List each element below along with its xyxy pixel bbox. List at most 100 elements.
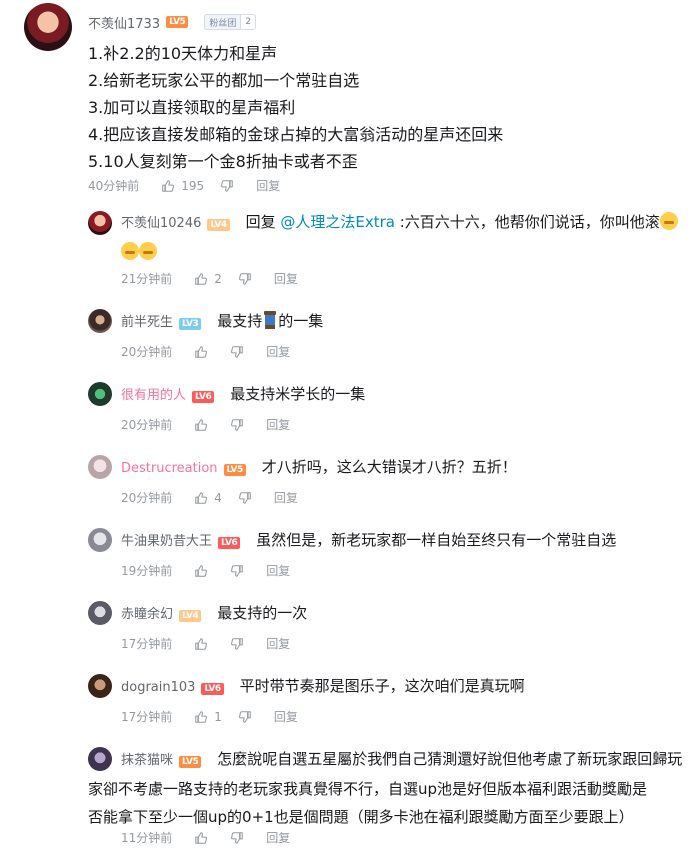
fan-badge-level: 2 — [240, 15, 256, 29]
comment-meta: 20分钟前 4 回复 — [121, 489, 298, 506]
comment-meta: 17分钟前 回复 — [121, 635, 290, 652]
reply-text: 否能拿下至少一個up的0+1也是個問題（開多卡池在福利跟獎勵方面至少要跟上） — [88, 808, 634, 826]
thumbs-down-icon[interactable] — [220, 179, 234, 193]
reply-button[interactable]: 回复 — [274, 270, 298, 287]
thumbs-up-icon[interactable] — [161, 179, 175, 193]
comment-line: 5.10人复刻第一个金8折抽卡或者不歪 — [88, 152, 358, 171]
username[interactable]: 牛油果奶昔大王 — [121, 534, 212, 549]
level-badge: LV5 — [223, 464, 246, 476]
comment-meta: 21分钟前 2 回复 — [121, 270, 298, 287]
comment-header: 不羡仙1733 LV5 粉丝团 2 — [88, 13, 257, 32]
level-badge: LV6 — [201, 683, 224, 695]
comment-line: 4.把应该直接发邮箱的金球占掉的大富翁活动的星声还回来 — [88, 125, 504, 144]
mention-link[interactable]: @人理之法Extra — [280, 213, 395, 231]
reply-text: 最支持 — [217, 312, 263, 330]
thumbs-down-icon[interactable] — [230, 345, 244, 359]
reply-content: 抹茶猫咪 LV5 怎麼說呢自選五星屬於我們自己猜測還好說但他考慮了新玩家跟回歸玩 家… — [88, 745, 691, 831]
reply-text: 家卻不考慮一路支持的老玩家我真覺得不行，自選up池是好但版本福利跟活動獎勵是 — [88, 780, 648, 798]
username[interactable]: dograin103 — [121, 680, 195, 695]
reply-prefix: 回复 — [245, 213, 281, 231]
timestamp: 21分钟前 — [121, 272, 173, 286]
username[interactable]: 很有用的人 — [121, 388, 186, 403]
reply-text: 最支持的一次 — [217, 604, 308, 622]
reply-content: Destrucreation LV5 才八折吗，这么大错误才八折？五折！ — [121, 453, 681, 483]
thumbs-up-icon[interactable] — [194, 272, 208, 286]
timestamp: 20分钟前 — [121, 418, 173, 432]
reply-button[interactable]: 回复 — [266, 635, 290, 652]
username[interactable]: Destrucreation — [121, 461, 218, 476]
reply-content: 赤瞳余幻 LV4 最支持的一次 — [121, 599, 681, 629]
timestamp: 19分钟前 — [121, 564, 173, 578]
avatar[interactable] — [88, 382, 112, 406]
thumbs-down-icon[interactable] — [238, 710, 252, 724]
comment-meta: 17分钟前 1 回复 — [121, 708, 298, 725]
fan-badge[interactable]: 粉丝团 2 — [204, 14, 257, 30]
timestamp: 40分钟前 — [88, 179, 140, 193]
avatar[interactable] — [88, 309, 112, 333]
comment-meta: 20分钟前 回复 — [121, 343, 290, 360]
thumbs-up-icon[interactable] — [194, 345, 208, 359]
thumbs-down-icon[interactable] — [230, 564, 244, 578]
reply-content: dograin103 LV6 平时带节奏那是图乐子，这次咱们是真玩啊 — [121, 672, 681, 702]
reply-content: 牛油果奶昔大王 LV6 虽然但是，新老玩家都一样自始至终只有一个常驻自选 — [121, 526, 681, 556]
reply-content: 前半死生 LV3 最支持 的一集 — [121, 307, 681, 337]
comment-meta: 40分钟前 195 回复 — [88, 177, 280, 194]
level-badge: LV3 — [179, 318, 202, 330]
comment-line: 2.给新老玩家公平的都加一个常驻自选 — [88, 71, 360, 90]
spool-emoji-icon — [262, 311, 278, 329]
fan-badge-label: 粉丝团 — [209, 18, 237, 29]
like-count: 4 — [214, 490, 222, 505]
thumbs-up-icon[interactable] — [194, 491, 208, 505]
reply-content: 不羡仙10246 LV4 回复 @人理之法Extra :六百六十六，他帮你们说话，你… — [121, 208, 681, 266]
thumbs-down-icon[interactable] — [238, 491, 252, 505]
reply-button[interactable]: 回复 — [274, 708, 298, 725]
level-badge: LV6 — [192, 391, 215, 403]
thumbs-up-icon[interactable] — [194, 831, 208, 845]
comment-line: 1.补2.2的10天体力和星声 — [88, 44, 278, 63]
thumbs-down-icon[interactable] — [230, 831, 244, 845]
like-count: 2 — [214, 271, 222, 286]
thumbs-down-icon[interactable] — [238, 272, 252, 286]
avatar[interactable] — [88, 747, 112, 771]
comment-content: 1.补2.2的10天体力和星声 2.给新老玩家公平的都加一个常驻自选 3.加可以… — [88, 40, 503, 175]
thumbs-up-icon[interactable] — [194, 710, 208, 724]
timestamp: 11分钟前 — [121, 831, 173, 845]
reply-text: 才八折吗，这么大错误才八折？五折！ — [261, 458, 517, 476]
like-count: 1 — [214, 709, 222, 724]
avatar[interactable] — [88, 601, 112, 625]
level-badge: LV6 — [218, 537, 241, 549]
thumbs-down-icon[interactable] — [230, 418, 244, 432]
reply-button[interactable]: 回复 — [266, 562, 290, 579]
emoji-icon — [121, 242, 139, 260]
reply-content: 很有用的人 LV6 最支持米学长的一集 — [121, 380, 681, 410]
username[interactable]: 抹茶猫咪 — [121, 753, 173, 768]
avatar[interactable] — [88, 674, 112, 698]
avatar[interactable] — [88, 528, 112, 552]
comment-line: 3.加可以直接领取的星声福利 — [88, 98, 296, 117]
username[interactable]: 不羡仙1733 — [88, 13, 160, 32]
avatar[interactable] — [24, 3, 72, 51]
avatar[interactable] — [88, 455, 112, 479]
thumbs-up-icon[interactable] — [194, 418, 208, 432]
username[interactable]: 不羡仙10246 — [121, 216, 201, 231]
username[interactable]: 前半死生 — [121, 315, 173, 330]
thumbs-up-icon[interactable] — [194, 637, 208, 651]
thumbs-up-icon[interactable] — [194, 564, 208, 578]
reply-button[interactable]: 回复 — [274, 489, 298, 506]
reply-button[interactable]: 回复 — [266, 829, 290, 846]
level-badge: LV5 — [166, 16, 189, 28]
timestamp: 20分钟前 — [121, 345, 173, 359]
thumbs-down-icon[interactable] — [230, 637, 244, 651]
reply-text: :六百六十六，他帮你们说话，你叫他滚 — [394, 213, 660, 231]
reply-button[interactable]: 回复 — [256, 177, 280, 194]
comment-meta: 20分钟前 回复 — [121, 416, 290, 433]
reply-button[interactable]: 回复 — [266, 416, 290, 433]
reply-button[interactable]: 回复 — [266, 343, 290, 360]
reply-text: 虽然但是，新老玩家都一样自始至终只有一个常驻自选 — [256, 531, 617, 549]
avatar[interactable] — [88, 211, 112, 235]
username[interactable]: 赤瞳余幻 — [121, 607, 173, 622]
emoji-icon — [659, 212, 678, 230]
emoji-icon — [139, 242, 157, 260]
reply-text: 的一集 — [278, 312, 324, 330]
comment-meta: 19分钟前 回复 — [121, 562, 290, 579]
